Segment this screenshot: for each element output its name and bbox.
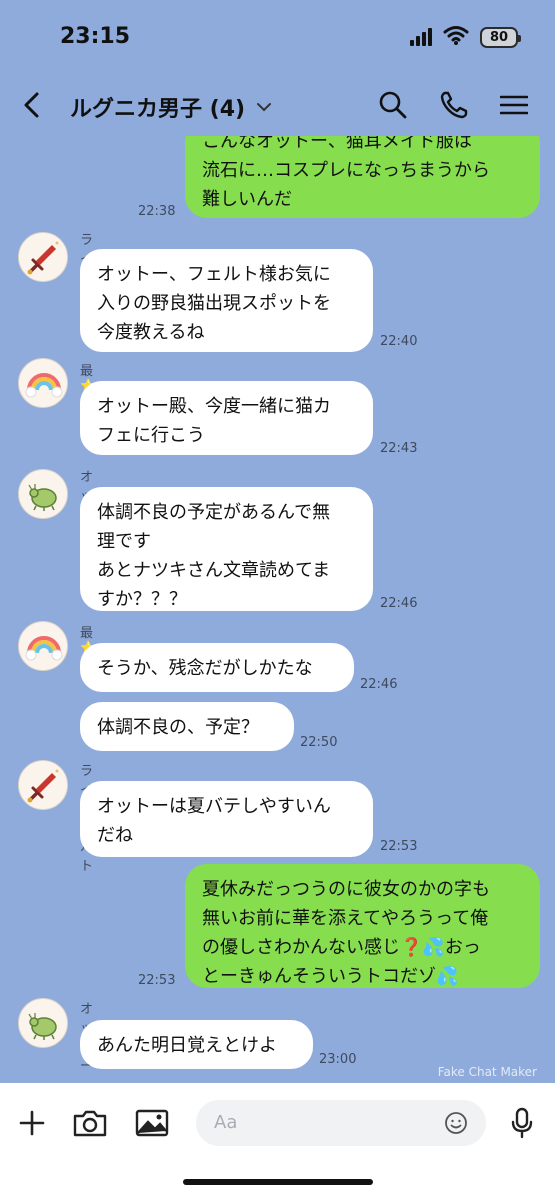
message-time: 22:46 <box>360 677 398 692</box>
status-time: 23:15 <box>60 24 131 49</box>
rainbow-icon <box>25 373 63 398</box>
image-icon[interactable] <box>135 1109 169 1141</box>
avatar-bug[interactable] <box>18 998 68 1048</box>
message-bubble[interactable]: オットーは夏バテしやすいん だね <box>80 781 373 857</box>
sword-icon <box>27 241 59 275</box>
message-time: 22:38 <box>138 204 176 219</box>
message-time: 22:40 <box>380 334 418 349</box>
message-time: 22:50 <box>300 735 338 750</box>
chevron-left-icon[interactable] <box>20 90 44 124</box>
message-bubble[interactable]: あんた明日覚えとけよ <box>80 1020 313 1069</box>
avatar-rainbow[interactable] <box>18 621 68 671</box>
avatar-bug[interactable] <box>18 469 68 519</box>
message-bubble[interactable]: オットー殿、今度一緒に猫カ フェに行こう <box>80 381 373 455</box>
cellular-signal-icon <box>410 28 434 50</box>
status-bar: 23:15 80 <box>0 0 555 78</box>
message-input-placeholder: Aa <box>214 1112 238 1133</box>
plus-icon[interactable] <box>18 1109 46 1141</box>
battery-indicator: 80 <box>480 27 521 48</box>
message-time: 22:53 <box>380 839 418 854</box>
message-bubble[interactable]: 夏休みだっつうのに彼女のかの字も 無いお前に華を添えてやろうって俺 の優しさわか… <box>185 864 540 988</box>
mic-icon[interactable] <box>510 1107 534 1143</box>
message-input[interactable]: Aa <box>196 1100 486 1146</box>
message-list[interactable]: こんなオットー、猫耳メイド服は 流石に…コスプレになっちまうから 難しいんだ 2… <box>0 136 555 1083</box>
avatar-sword[interactable] <box>18 760 68 810</box>
watermark: Fake Chat Maker <box>437 1065 537 1079</box>
menu-icon[interactable] <box>499 94 529 120</box>
sword-icon <box>27 769 59 803</box>
message-time: 22:53 <box>138 973 176 988</box>
phone-icon[interactable] <box>440 90 468 124</box>
emoji-icon[interactable] <box>444 1111 468 1139</box>
message-bubble[interactable]: 体調不良の予定があるんで無 理です あとナツキさん文章読めてま すか？？？ <box>80 487 373 611</box>
chat-header: ルグニカ男子 (4) <box>0 78 555 136</box>
bug-icon <box>28 1013 57 1040</box>
search-icon[interactable] <box>378 90 408 124</box>
message-bubble[interactable]: こんなオットー、猫耳メイド服は 流石に…コスプレになっちまうから 難しいんだ <box>185 136 540 218</box>
avatar-sword[interactable] <box>18 232 68 282</box>
bug-icon <box>28 484 57 511</box>
message-bubble[interactable]: オットー、フェルト様お気に 入りの野良猫出現スポットを 今度教えるね <box>80 249 373 352</box>
rainbow-icon <box>25 636 63 661</box>
message-bubble[interactable]: 体調不良の、予定？ <box>80 702 294 751</box>
message-time: 22:46 <box>380 596 418 611</box>
message-time: 22:43 <box>380 441 418 456</box>
message-time: 23:00 <box>319 1052 357 1067</box>
wifi-icon <box>443 25 469 49</box>
home-indicator <box>183 1179 373 1185</box>
avatar-rainbow[interactable] <box>18 358 68 408</box>
message-bubble[interactable]: そうか、残念だがしかたな <box>80 643 354 692</box>
chevron-down-icon[interactable] <box>256 98 272 117</box>
camera-icon[interactable] <box>72 1108 108 1142</box>
chat-title[interactable]: ルグニカ男子 (4) <box>70 91 245 123</box>
